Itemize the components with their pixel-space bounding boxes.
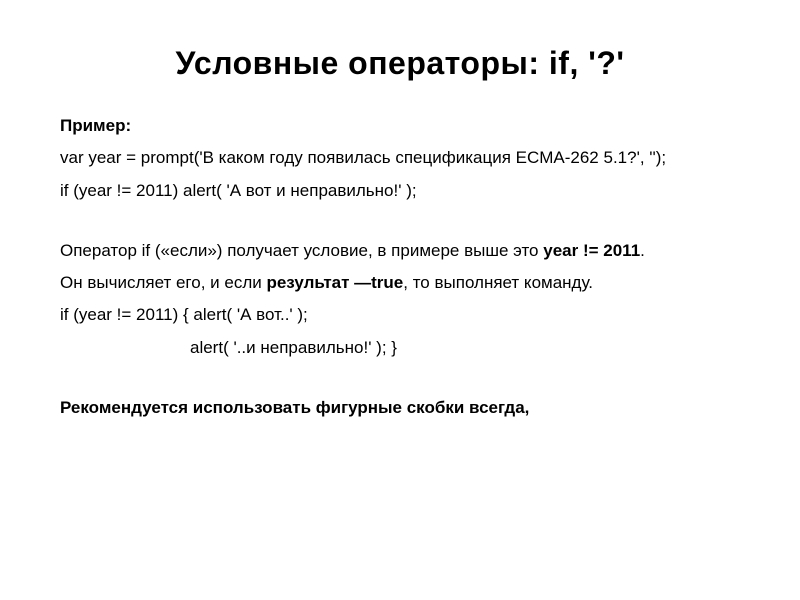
bold-text: year != 2011 [543,241,640,260]
slide-content: Пример: var year = prompt('В каком году … [60,110,740,424]
code-line-2: if (year != 2011) alert( 'А вот и неправ… [60,175,740,207]
code-line-1: var year = prompt('В каком году появилас… [60,142,740,174]
slide-title: Условные операторы: if, '?' [60,45,740,82]
code-line-4: alert( '..и неправильно!' ); } [60,332,740,364]
code-line-3: if (year != 2011) { alert( 'А вот..' ); [60,299,740,331]
recommendation: Рекомендуется использовать фигурные скоб… [60,392,740,424]
text-fragment: , то выполняет команду. [403,273,593,292]
explanation-2: Он вычисляет его, и если результат —true… [60,267,740,299]
text-fragment: Оператор if («если») получает условие, в… [60,241,543,260]
text-fragment: Он вычисляет его, и если [60,273,266,292]
example-label: Пример: [60,110,740,142]
explanation-1: Оператор if («если») получает условие, в… [60,235,740,267]
bold-text: результат —true [266,273,403,292]
text-fragment: . [640,241,645,260]
